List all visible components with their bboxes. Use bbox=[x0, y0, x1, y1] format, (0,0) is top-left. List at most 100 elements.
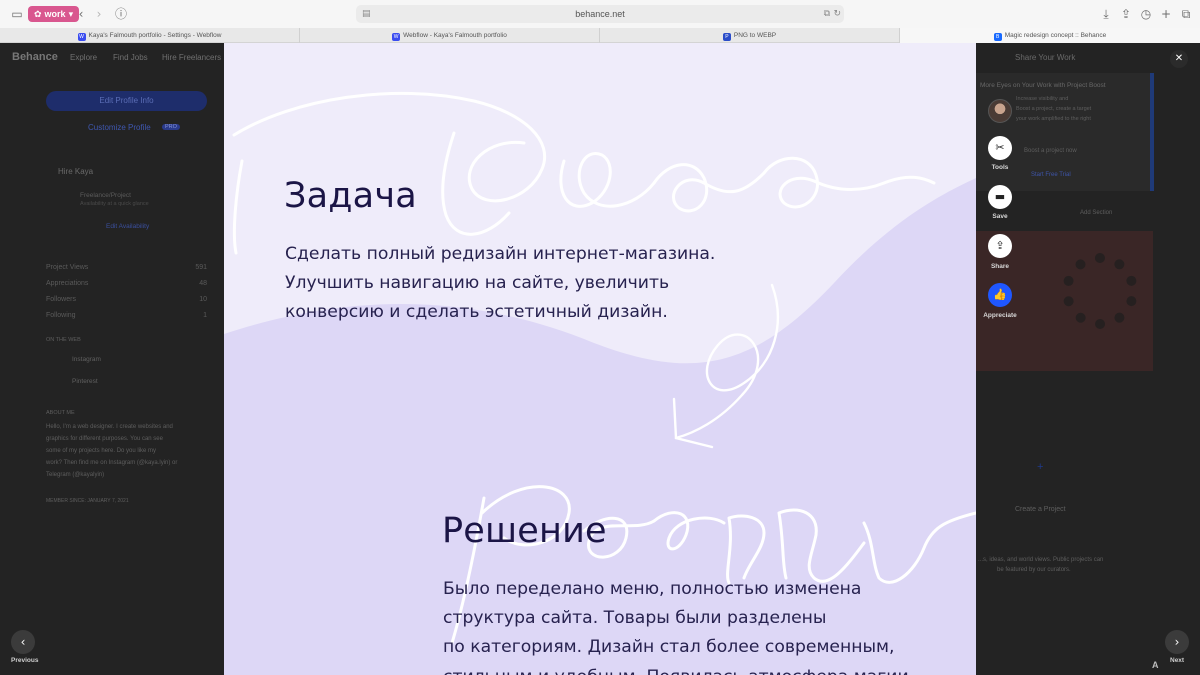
stat-label: Followers bbox=[46, 296, 76, 303]
nav-explore[interactable]: Explore bbox=[70, 53, 97, 62]
tab-png-to-webp[interactable]: P PNG to WEBP bbox=[600, 28, 900, 43]
forward-icon[interactable]: › bbox=[92, 7, 106, 21]
previous-button[interactable]: ‹ bbox=[11, 630, 35, 654]
share-icon: ⇪ bbox=[995, 239, 1005, 252]
new-tab-icon[interactable]: + bbox=[1159, 7, 1173, 21]
behance-icon: B bbox=[993, 33, 1002, 41]
previous-label: Previous bbox=[11, 657, 39, 664]
edit-profile-label: Edit Profile Info bbox=[99, 96, 154, 105]
sidebar-toggle-icon[interactable]: ▭ bbox=[10, 7, 24, 21]
stat-label: Appreciations bbox=[46, 280, 89, 287]
about-line: work? Then find me on Instagram (@kaya.l… bbox=[46, 460, 178, 466]
thumbs-up-icon: 👍 bbox=[993, 288, 1007, 301]
on-the-web-heading: ON THE WEB bbox=[46, 337, 81, 343]
chevron-left-icon: ‹ bbox=[20, 635, 26, 649]
chevron-down-icon: ▾ bbox=[68, 9, 74, 19]
owner-avatar[interactable] bbox=[988, 99, 1012, 123]
boost-line: Boost a project, create a target bbox=[1016, 106, 1092, 112]
history-icon[interactable]: ◷ bbox=[1139, 7, 1153, 21]
profile-label: work bbox=[44, 9, 66, 19]
edit-profile-button[interactable]: Edit Profile Info bbox=[46, 91, 207, 111]
member-since: MEMBER SINCE: JANUARY 7, 2021 bbox=[46, 498, 129, 504]
about-line: Telegram (@kayalyin) bbox=[46, 472, 105, 478]
solution-line: Было переделано меню, полностью изменена bbox=[443, 579, 862, 599]
url-text: behance.net bbox=[575, 9, 625, 19]
reload-icon[interactable]: ↻ bbox=[833, 7, 841, 21]
about-line: graphics for different purposes. You can… bbox=[46, 436, 163, 442]
plus-icon[interactable]: + bbox=[1037, 461, 1043, 473]
boost-line: your work amplified to the right bbox=[1016, 116, 1091, 122]
tools-button[interactable]: ✂ bbox=[988, 136, 1012, 160]
privacy-report-icon[interactable]: ⓘ bbox=[114, 7, 128, 21]
stat-row: Project Views 591 bbox=[46, 264, 207, 271]
add-section-link[interactable]: Add Section bbox=[1080, 210, 1112, 216]
stat-row: Appreciations 48 bbox=[46, 280, 207, 287]
hire-title: Hire Kaya bbox=[58, 167, 94, 176]
boost-line: Increase visibility and bbox=[1016, 96, 1069, 102]
stat-row: Following 1 bbox=[46, 312, 207, 319]
converter-icon: P bbox=[722, 33, 731, 41]
stat-label: Following bbox=[46, 312, 76, 319]
boost-title: More Eyes on Your Work with Project Boos… bbox=[980, 82, 1106, 89]
stat-value: 48 bbox=[199, 280, 207, 287]
tab-webflow-settings[interactable]: W Kaya's Falmouth portfolio - Settings - … bbox=[0, 28, 300, 43]
nav-hire-freelancers[interactable]: Hire Freelancers bbox=[162, 53, 221, 62]
chevron-right-icon: › bbox=[1174, 635, 1180, 649]
social-pinterest[interactable]: Pinterest bbox=[72, 378, 98, 385]
boost-cta[interactable]: Boost a project now bbox=[1024, 148, 1077, 154]
webflow-icon: W bbox=[77, 33, 86, 41]
back-icon[interactable]: ‹ bbox=[74, 7, 88, 21]
create-project-link[interactable]: Create a Project bbox=[1015, 506, 1066, 513]
translate-icon[interactable]: ⧉ bbox=[824, 7, 830, 21]
about-line: some of my projects here. Do you like my bbox=[46, 448, 157, 454]
customize-profile-link[interactable]: Customize Profile bbox=[88, 123, 151, 132]
profile-switcher[interactable]: ✿ work ▾ bbox=[28, 6, 80, 22]
download-icon[interactable]: ⤓ bbox=[1099, 7, 1113, 21]
solution-line: по категориям. Дизайн стал более совреме… bbox=[443, 637, 895, 658]
solution-line: структура сайта. Товары были разделены bbox=[443, 608, 827, 629]
close-button[interactable]: ✕ bbox=[1170, 50, 1188, 68]
project-lightbox: Задача Сделать полный редизайн интернет-… bbox=[224, 43, 976, 675]
address-bar[interactable]: ▤ behance.net ⧉ ↻ bbox=[356, 5, 844, 23]
tab-title: Webflow - Kaya's Falmouth portfolio bbox=[403, 32, 507, 39]
public-note: be featured by our curators. bbox=[997, 567, 1071, 573]
hire-option-sub: Availability at a quick glance bbox=[80, 201, 149, 207]
save-button[interactable]: ▬ bbox=[988, 185, 1012, 209]
donut-illustration bbox=[1062, 253, 1138, 329]
share-button[interactable]: ⇪ bbox=[988, 234, 1012, 258]
task-heading: Задача bbox=[284, 176, 417, 216]
next-label: Next bbox=[1170, 657, 1185, 664]
folder-icon: ▬ bbox=[994, 190, 1006, 203]
next-button[interactable]: › bbox=[1165, 630, 1189, 654]
browser-toolbar: ▭ ✿ work ▾ ‹ › ⓘ ▤ behance.net ⧉ ↻ ⤓ ⇪ ◷… bbox=[0, 0, 1200, 28]
tools-label: Tools bbox=[991, 164, 1009, 171]
stat-label: Project Views bbox=[46, 264, 89, 271]
task-line: Сделать полный редизайн интернет-магазин… bbox=[285, 244, 716, 264]
adobe-logo-icon: A bbox=[1152, 660, 1159, 670]
behance-logo: Behance bbox=[12, 51, 58, 63]
webflow-icon: W bbox=[392, 33, 401, 41]
appreciate-label: Appreciate bbox=[983, 312, 1017, 319]
edit-availability-link[interactable]: Edit Availability bbox=[106, 223, 149, 230]
tab-webflow-portfolio[interactable]: W Webflow - Kaya's Falmouth portfolio bbox=[300, 28, 600, 43]
social-instagram[interactable]: Instagram bbox=[72, 356, 101, 363]
save-label: Save bbox=[992, 213, 1008, 220]
stat-value: 591 bbox=[195, 264, 207, 271]
tab-title: PNG to WEBP bbox=[733, 32, 777, 39]
script-lettering-top bbox=[232, 91, 936, 255]
hire-option[interactable]: Freelance/Project bbox=[80, 192, 131, 199]
tab-bar: W Kaya's Falmouth portfolio - Settings - … bbox=[0, 28, 1200, 43]
share-your-work-link[interactable]: Share Your Work bbox=[1015, 53, 1075, 62]
tools-icon: ✂ bbox=[995, 141, 1005, 154]
paw-icon: ✿ bbox=[34, 9, 42, 19]
stat-value: 1 bbox=[203, 312, 207, 319]
share-label: Share bbox=[990, 263, 1010, 270]
start-trial-link[interactable]: Start Free Trial bbox=[1031, 172, 1071, 178]
appreciate-button[interactable]: 👍 bbox=[988, 283, 1012, 307]
tab-title: Magic redesign concept :: Behance bbox=[1004, 32, 1107, 39]
nav-find-jobs[interactable]: Find Jobs bbox=[113, 53, 148, 62]
about-line: Hello, I'm a web designer. I create webs… bbox=[46, 424, 173, 430]
tab-overview-icon[interactable]: ⧉ bbox=[1179, 7, 1193, 21]
share-icon[interactable]: ⇪ bbox=[1119, 7, 1133, 21]
tab-behance-active[interactable]: B Magic redesign concept :: Behance bbox=[900, 28, 1200, 43]
